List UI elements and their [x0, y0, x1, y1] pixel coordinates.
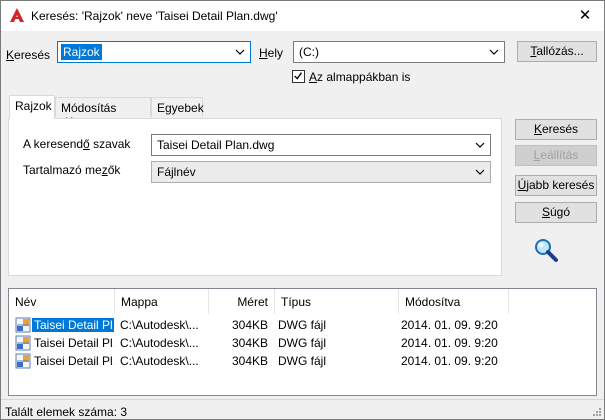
row-folder: C:\Autodesk\... — [120, 354, 199, 368]
help-button[interactable]: Súgó — [515, 202, 597, 223]
results-list[interactable]: Név Mappa Méret Típus Módosítva Taisei D… — [8, 288, 597, 396]
table-row[interactable]: Taisei Detail Pl... C:\Autodesk\... 304K… — [9, 316, 596, 334]
search-in-label: Keresés — [6, 48, 51, 62]
row-type: DWG fájl — [278, 336, 326, 350]
fields-value: Fájlnév — [157, 165, 196, 179]
chevron-down-icon — [475, 169, 485, 175]
tab-advanced[interactable]: Egyebek — [151, 97, 204, 117]
dwg-file-icon — [15, 335, 31, 351]
row-folder: C:\Autodesk\... — [120, 318, 199, 332]
fields-combo[interactable]: Fájlnév — [151, 161, 491, 183]
column-header-folder[interactable]: Mappa — [115, 289, 209, 314]
checkmark-icon — [294, 72, 303, 80]
dwg-file-icon — [15, 353, 31, 369]
fields-label: Tartalmazó mezők — [23, 163, 121, 177]
search-button[interactable]: Keresés — [515, 119, 597, 140]
column-header-modified[interactable]: Módosítva — [399, 289, 509, 314]
row-name: Taisei Detail Pl... — [34, 354, 114, 368]
row-name: Taisei Detail Pl... — [32, 318, 114, 332]
search-dialog: Keresés: 'Rajzok' neve 'Taisei Detail Pl… — [0, 0, 605, 420]
search-words-combo[interactable]: Taisei Detail Plan.dwg — [151, 134, 491, 156]
window-title: Keresés: 'Rajzok' neve 'Taisei Detail Pl… — [31, 9, 278, 23]
column-header-size[interactable]: Méret — [209, 289, 275, 314]
row-size: 304KB — [231, 318, 268, 332]
chevron-down-icon — [475, 142, 485, 148]
table-row[interactable]: Taisei Detail Pl... C:\Autodesk\... 304K… — [9, 334, 596, 352]
title-bar[interactable]: Keresés: 'Rajzok' neve 'Taisei Detail Pl… — [1, 1, 604, 31]
row-name: Taisei Detail Pl... — [34, 336, 114, 350]
search-words-label: A keresendő szavak — [23, 137, 131, 151]
dwg-file-icon — [15, 317, 31, 333]
autocad-logo-icon — [10, 8, 24, 22]
row-type: DWG fájl — [278, 318, 326, 332]
row-modified: 2014. 01. 09. 9:20 — [401, 336, 498, 350]
location-value: (C:) — [299, 45, 319, 59]
row-size: 304KB — [231, 354, 268, 368]
chevron-down-icon — [235, 49, 245, 55]
tab-drawings[interactable]: Rajzok — [9, 95, 55, 119]
table-row[interactable]: Taisei Detail Pl... C:\Autodesk\... 304K… — [9, 352, 596, 370]
row-size: 304KB — [231, 336, 268, 350]
search-words-value: Taisei Detail Plan.dwg — [157, 138, 275, 152]
row-type: DWG fájl — [278, 354, 326, 368]
subfolders-checkbox[interactable] — [292, 70, 305, 83]
magnifier-icon — [535, 239, 558, 262]
stop-button[interactable]: Leállítás — [515, 145, 597, 166]
chevron-down-icon — [489, 49, 499, 55]
search-in-combo[interactable]: Rajzok — [57, 41, 251, 63]
status-text: Talált elemek száma: 3 — [5, 405, 128, 419]
subfolders-label[interactable]: Az almappákban is — [309, 70, 410, 84]
close-icon[interactable]: ✕ — [575, 6, 595, 26]
column-header-type[interactable]: Típus — [275, 289, 399, 314]
row-modified: 2014. 01. 09. 9:20 — [401, 354, 498, 368]
tab-date-modified[interactable]: Módosítás dátuma — [55, 97, 151, 129]
resize-grip-icon[interactable] — [590, 405, 602, 417]
search-in-value: Rajzok — [61, 44, 102, 60]
location-combo[interactable]: (C:) — [293, 41, 505, 63]
column-header-name[interactable]: Név — [9, 289, 115, 314]
status-bar: Talált elemek száma: 3 — [1, 399, 604, 419]
new-search-button[interactable]: Újabb keresés — [515, 175, 597, 196]
row-modified: 2014. 01. 09. 9:20 — [401, 318, 498, 332]
row-folder: C:\Autodesk\... — [120, 336, 199, 350]
browse-button[interactable]: Tallózás... — [517, 41, 597, 62]
location-label: Hely — [259, 46, 284, 60]
